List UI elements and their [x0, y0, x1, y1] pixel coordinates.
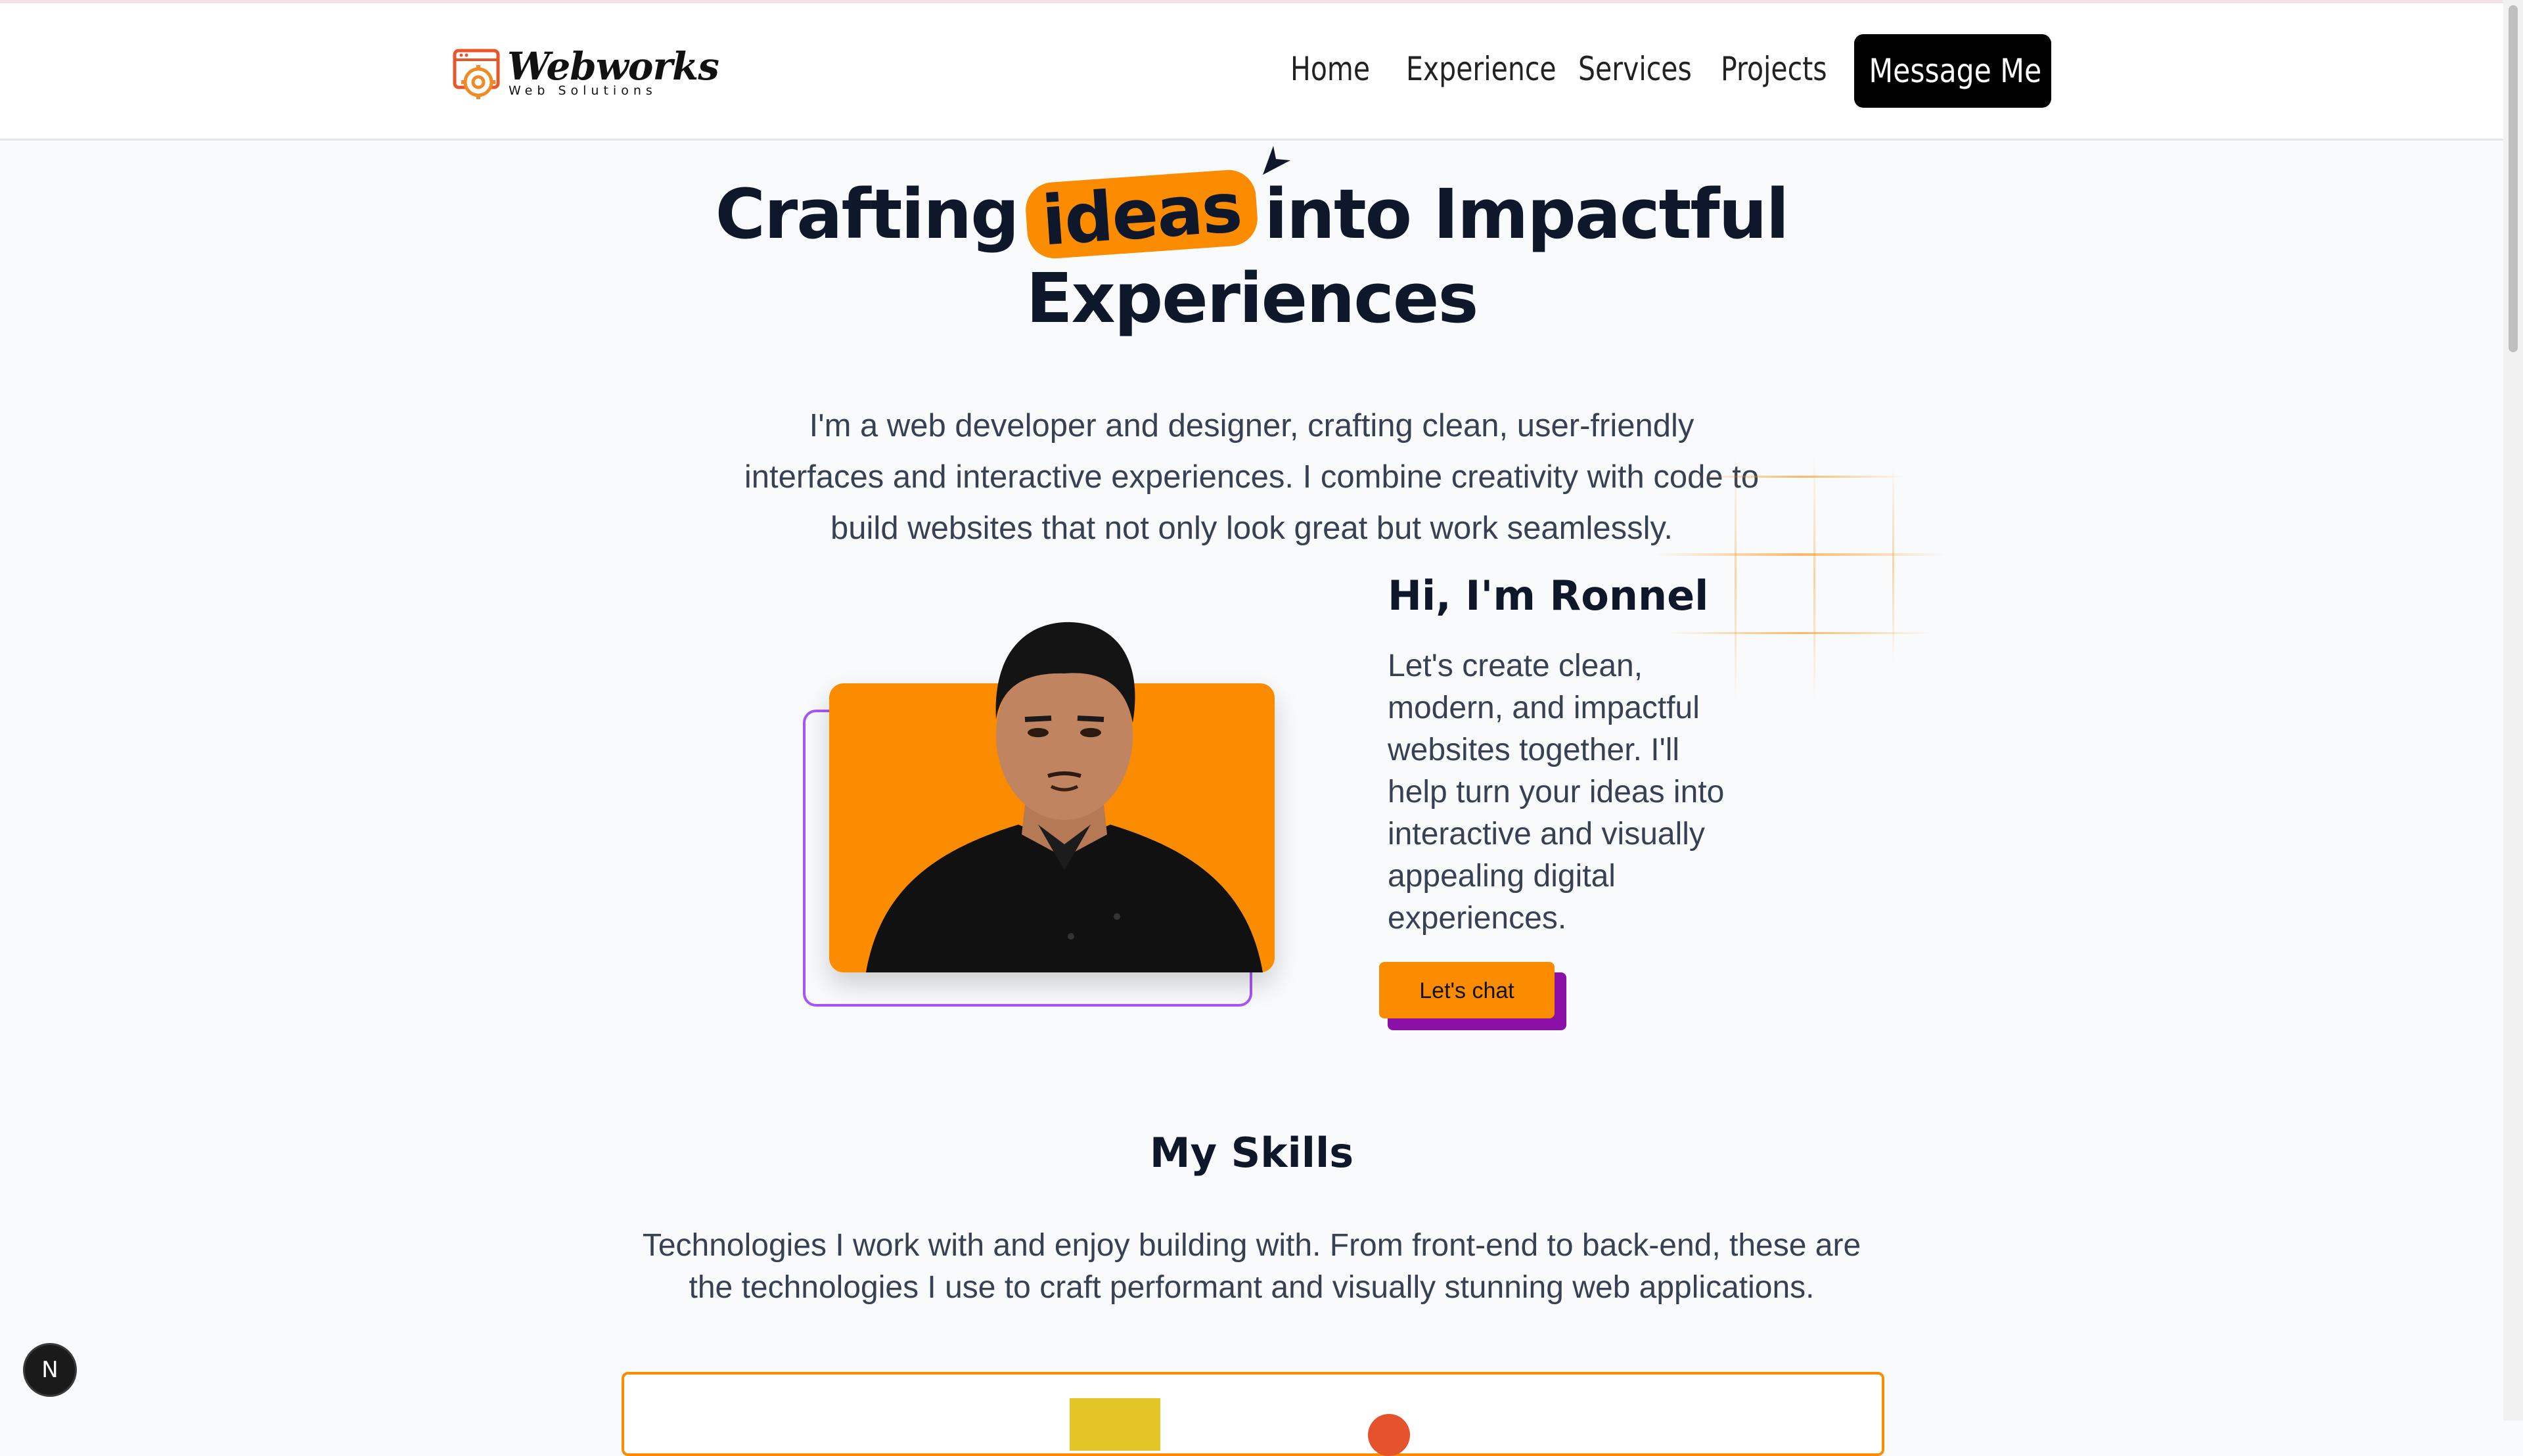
- logo-subtitle: Web Solutions: [509, 83, 657, 98]
- cursor-arrow-icon: [1263, 146, 1291, 175]
- lets-chat-button[interactable]: Let's chat: [1379, 962, 1555, 1018]
- dev-tools-badge[interactable]: N: [25, 1345, 75, 1395]
- page-scrollbar[interactable]: [2503, 0, 2523, 1421]
- scrollbar-thumb[interactable]: [2509, 5, 2518, 352]
- skills-title: My Skills: [1149, 1129, 1354, 1177]
- site-logo[interactable]: Webworks Web Solutions: [452, 44, 719, 103]
- skills-description: Technologies I work with and enjoy build…: [642, 1228, 1861, 1305]
- javascript-icon: [1070, 1398, 1160, 1451]
- intro-title: Hi, I'm Ronnel: [1388, 572, 1709, 620]
- profile-portrait: [866, 622, 1263, 972]
- gear-window-icon: [453, 49, 500, 99]
- hero-description: I'm a web developer and designer, crafti…: [744, 408, 1760, 546]
- intro-text: Let's create clean, modern, and impactfu…: [1388, 648, 1725, 936]
- hero-title-start: Crafting: [715, 174, 1020, 254]
- nav-experience[interactable]: Experience: [1406, 32, 1557, 106]
- hero-title: Crafting ideas into Impactful Experiences: [657, 146, 1846, 340]
- hero-highlight-wrap: ideas: [1023, 146, 1291, 261]
- message-me-label: Message Me: [1869, 52, 2042, 90]
- logo-title: Webworks: [507, 44, 719, 89]
- hero-title-highlight: ideas: [1023, 168, 1259, 261]
- nav-home[interactable]: Home: [1290, 32, 1370, 106]
- skills-panel: [622, 1372, 1884, 1456]
- site-header: Webworks Web Solutions Home Experience S…: [0, 3, 2503, 141]
- nav-projects[interactable]: Projects: [1721, 32, 1827, 106]
- message-me-button[interactable]: Message Me: [1854, 34, 2051, 108]
- nav-services[interactable]: Services: [1578, 32, 1692, 106]
